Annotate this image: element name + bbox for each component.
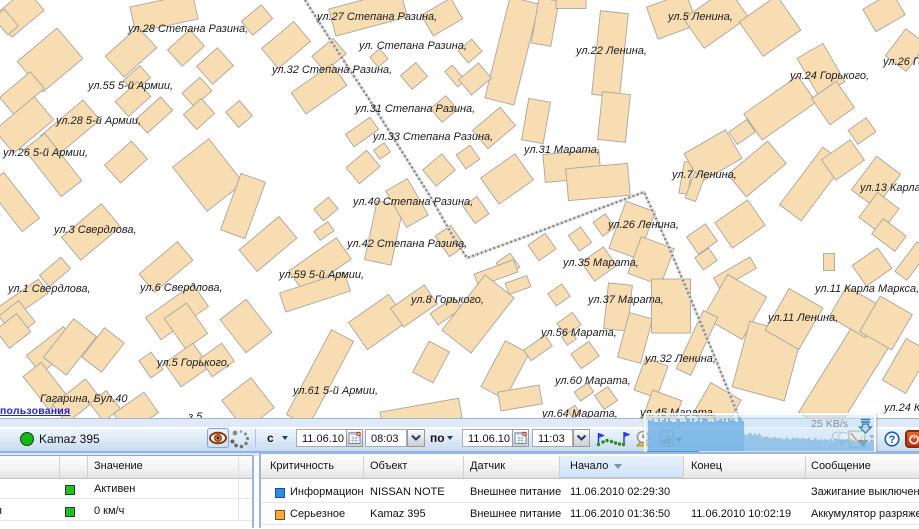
svg-text:?: ? [889, 434, 896, 446]
